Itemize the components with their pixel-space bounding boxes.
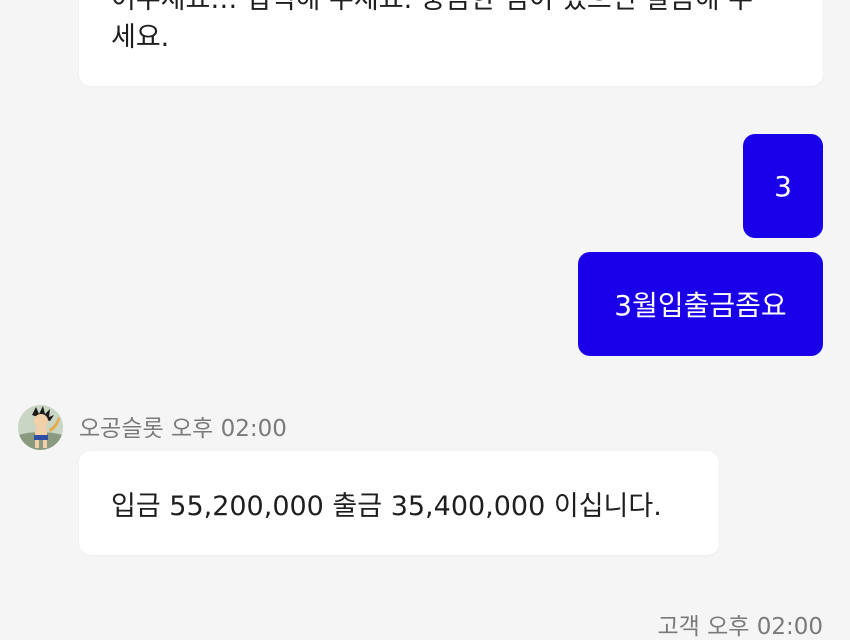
outgoing-message-bubble: 3월입출금좀요 — [578, 252, 823, 356]
sender-time: 오후 02:00 — [170, 416, 287, 442]
outgoing-message-text: 3 — [774, 169, 792, 203]
incoming-message-bubble: 입금 55,200,000 출금 35,400,000 이십니다. — [79, 451, 719, 555]
previous-message-line-2: 세요. — [111, 22, 170, 53]
sender-meta: 오공슬롯 오후 02:00 — [79, 418, 287, 441]
incoming-message-text: 입금 55,200,000 출금 35,400,000 이십니다. — [111, 490, 662, 522]
previous-message-bubble: 어주세요… 입력해 주세요. 궁금한 점이 있으면 말씀해 주 세요. — [79, 0, 823, 86]
customer-time: 오후 02:00 — [707, 614, 823, 640]
customer-meta: 고객 오후 02:00 — [657, 616, 823, 639]
customer-label: 고객 — [657, 614, 700, 640]
previous-message-line-1: 어주세요… 입력해 주세요. 궁금한 점이 있으면 말씀해 주 — [111, 0, 753, 13]
outgoing-message-text: 3월입출금좀요 — [614, 289, 787, 322]
character-avatar-icon[interactable] — [18, 405, 63, 450]
sender-name: 오공슬롯 — [79, 416, 164, 442]
outgoing-message-bubble: 3 — [743, 134, 823, 238]
